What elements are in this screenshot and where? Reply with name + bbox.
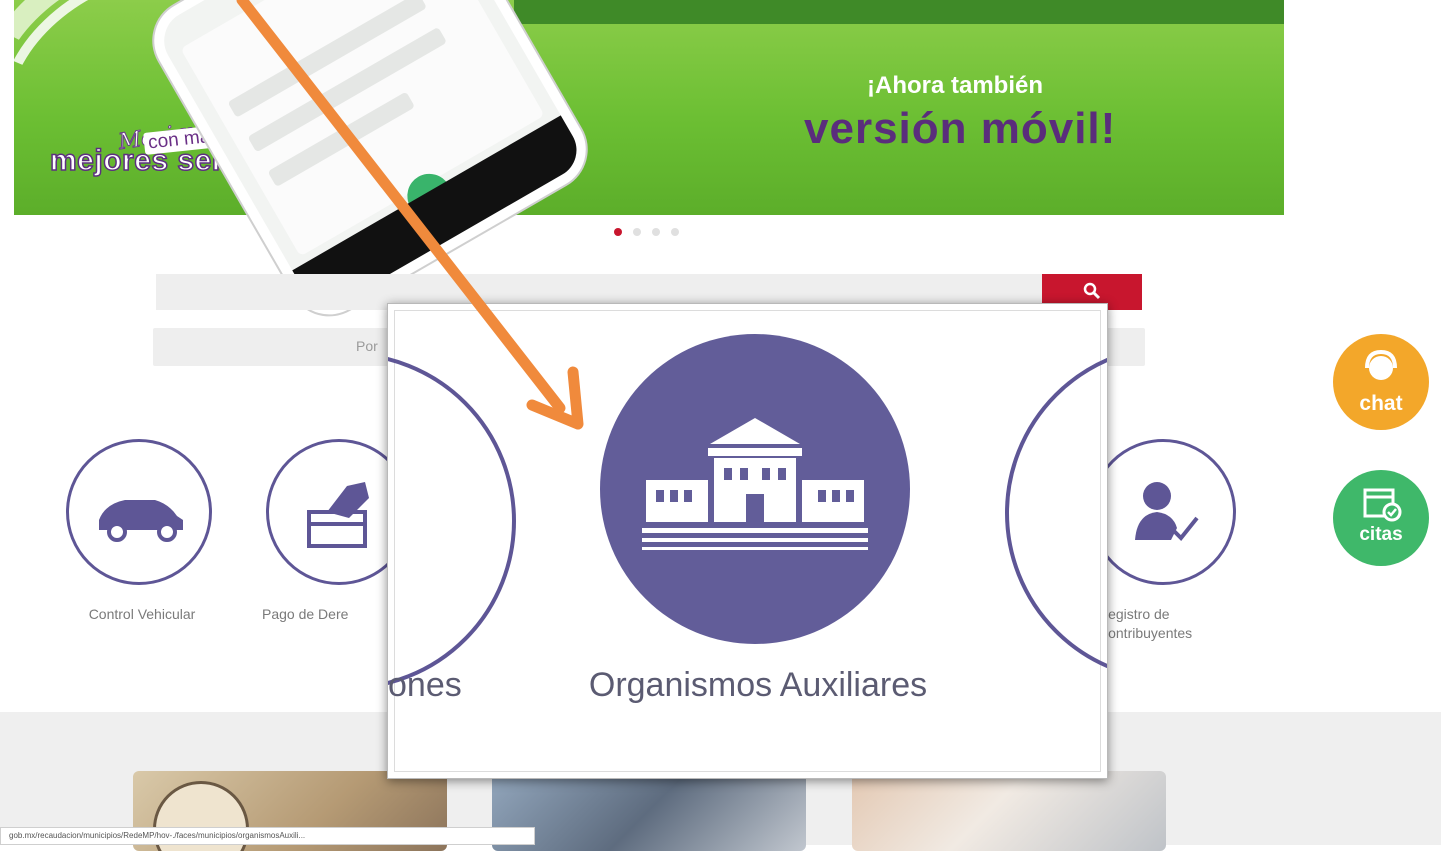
- carousel-dot-4[interactable]: [671, 228, 679, 236]
- search-secondary-text: Por: [356, 338, 378, 354]
- banner-headline-big: versión móvil!: [804, 104, 1117, 153]
- citas-label: citas: [1359, 524, 1403, 545]
- thumbnail-keyboard-image[interactable]: [852, 771, 1166, 851]
- service-pago-derechos-label[interactable]: Pago de Dere: [262, 605, 382, 624]
- phone-input-bar: [267, 91, 416, 188]
- carousel-dot-3[interactable]: [652, 228, 660, 236]
- user-check-icon: [1135, 482, 1199, 541]
- headset-icon: [1365, 349, 1397, 380]
- chat-label: chat: [1359, 392, 1403, 415]
- organismos-auxiliares-circle[interactable]: [600, 334, 910, 644]
- service-control-vehicular-label[interactable]: Control Vehicular: [50, 605, 234, 624]
- banner-headline-small: ¡Ahora también: [867, 72, 1044, 99]
- car-icon: [99, 500, 183, 542]
- thumbnail-cars-image[interactable]: [492, 771, 806, 851]
- carousel-dot-2[interactable]: [633, 228, 641, 236]
- popup-left-partial-label: ones: [388, 666, 462, 704]
- status-bar-url: gob.mx/recaudacion/municipios/RedeMP/hov…: [0, 827, 535, 845]
- zoom-popup[interactable]: ones Organismos Auxiliares: [387, 303, 1108, 779]
- government-building-icon: [642, 418, 868, 550]
- chat-button[interactable]: chat: [1333, 334, 1429, 430]
- phone-screen: [180, 0, 545, 272]
- organismos-auxiliares-label[interactable]: Organismos Auxiliares: [558, 666, 958, 705]
- citas-button[interactable]: citas: [1333, 470, 1429, 566]
- banner-top-band: [514, 0, 1284, 24]
- service-registro-contribuyentes-label[interactable]: Registro de Contribuyentes: [1098, 605, 1222, 643]
- search-icon: [1083, 282, 1101, 299]
- carousel-dot-1[interactable]: [614, 228, 622, 236]
- service-control-vehicular-circle[interactable]: [66, 439, 212, 585]
- service-registro-contribuyentes-circle[interactable]: [1090, 439, 1236, 585]
- calendar-check-icon: [1363, 488, 1402, 522]
